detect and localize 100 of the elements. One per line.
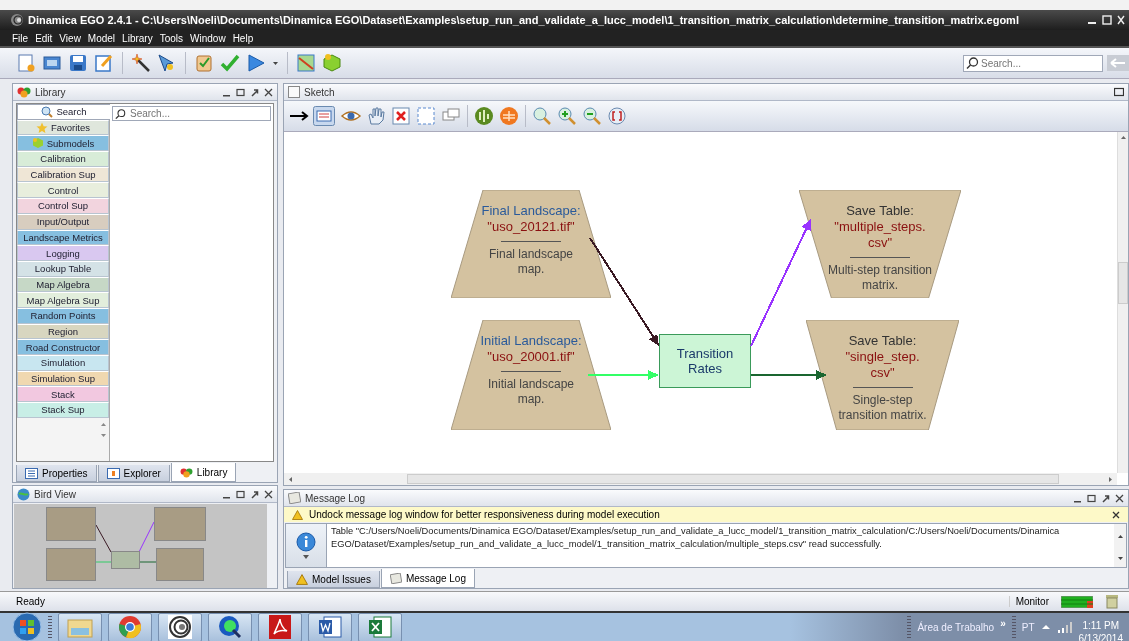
clipboard-check-icon[interactable]	[194, 53, 214, 73]
search-icon	[115, 108, 126, 119]
map-icon[interactable]	[296, 53, 316, 73]
library-category[interactable]: Road Constructor	[17, 339, 109, 355]
list-icon[interactable]	[313, 106, 335, 126]
bar-chart-circle-icon[interactable]	[473, 106, 495, 126]
save-table-node[interactable]	[806, 320, 959, 430]
spiral-app-button[interactable]	[158, 612, 202, 641]
browser-app-button[interactable]	[108, 612, 152, 641]
spiral-icon	[168, 615, 192, 639]
close-icon[interactable]	[1115, 493, 1124, 503]
zoom-out-icon[interactable]	[581, 106, 603, 126]
load-map-node[interactable]	[451, 320, 611, 430]
menu-item[interactable]: Library	[122, 32, 153, 44]
folder-app-button[interactable]	[58, 612, 102, 641]
float-icon[interactable]	[250, 87, 259, 97]
magic-wand-icon[interactable]	[131, 53, 151, 73]
calculation-node[interactable]: Transition Rates	[659, 334, 751, 388]
app-logo-icon	[10, 13, 24, 27]
node-file-name: "single_step.	[845, 349, 920, 365]
scroll-down-icon[interactable]	[1115, 554, 1125, 563]
zoom-in-icon[interactable]	[556, 106, 578, 126]
cube-icon[interactable]	[322, 53, 342, 73]
spreadsheet-x-icon	[368, 615, 392, 639]
node-title: Save Table:	[846, 203, 914, 219]
folder-icon	[67, 616, 93, 638]
warning-icon	[292, 509, 303, 520]
menu-item[interactable]: Tools	[159, 32, 184, 44]
maximize-icon[interactable]	[236, 87, 245, 97]
grid-circle-icon[interactable]	[498, 106, 520, 126]
menu-item[interactable]: View	[59, 32, 81, 44]
scroll-left-icon[interactable]	[286, 474, 295, 484]
excel-app-button[interactable]	[358, 612, 402, 641]
node-title: Final Landscape:	[481, 203, 581, 219]
menu-item[interactable]: File	[12, 32, 29, 44]
tray-expand-icon[interactable]	[1040, 623, 1051, 631]
panel-tab[interactable]: Model Issues	[287, 571, 380, 588]
menu-item[interactable]: Window	[190, 32, 226, 44]
library-category[interactable]: Search	[17, 104, 110, 120]
panel-tab[interactable]: Explorer	[97, 465, 170, 482]
menu-item[interactable]: Model	[87, 32, 116, 44]
node-title: Initial Landscape:	[480, 333, 582, 349]
note-icon	[389, 572, 402, 584]
save-icon[interactable]	[68, 53, 88, 73]
panel-tab[interactable]: Library	[170, 463, 237, 482]
library-category[interactable]: Logging	[17, 245, 109, 261]
float-icon[interactable]	[1101, 493, 1110, 503]
panel-tab[interactable]: Message Log	[380, 569, 475, 588]
library-category[interactable]: Simulation	[17, 355, 109, 371]
close-icon[interactable]	[1112, 510, 1120, 519]
open-icon[interactable]	[42, 53, 62, 73]
play-icon[interactable]	[246, 53, 266, 73]
info-button[interactable]	[286, 524, 327, 567]
search-field[interactable]: Search...	[963, 54, 1103, 72]
check-icon[interactable]	[220, 53, 240, 73]
close-icon[interactable]	[264, 489, 273, 499]
save-table-node[interactable]	[799, 190, 961, 298]
fit-view-icon[interactable]	[606, 106, 628, 126]
menu-item[interactable]: Edit	[35, 32, 53, 44]
panel-tab[interactable]: Properties	[16, 465, 97, 482]
close-icon[interactable]	[264, 87, 273, 97]
hand-icon[interactable]	[365, 106, 387, 126]
node-description: Multi-step transition matrix.	[826, 263, 933, 293]
signal-icon[interactable]	[1056, 621, 1073, 633]
search-icon	[41, 105, 54, 118]
library-category[interactable]: Map Algebra Sup	[17, 292, 109, 308]
warning-text: Undock message log window for better responsiveness during model execution	[309, 509, 660, 520]
float-icon[interactable]	[250, 489, 259, 499]
search-field[interactable]: Search...	[112, 106, 271, 121]
maximize-icon[interactable]	[236, 489, 245, 499]
library-category[interactable]: Calibration	[17, 151, 109, 167]
connector-arrow[interactable]	[750, 370, 827, 380]
window-title: Dinamica EGO 2.4.1 - C:\Users\Noeli\Documents\Dinamica EGO\Dataset\Examples\setup_run_and_validate_a_lucc_model\1_transition_matrix_calculation\determine_transition_matrix.egoml	[28, 14, 1019, 26]
maximize-icon[interactable]	[1114, 87, 1124, 97]
edit-icon[interactable]	[94, 53, 114, 73]
library-category[interactable]: Stack Sup	[17, 402, 109, 418]
menu-item[interactable]: Help	[232, 32, 254, 44]
globe-icon	[17, 487, 30, 501]
library-category[interactable]: Control	[17, 182, 109, 199]
scroll-right-icon[interactable]	[1106, 474, 1115, 484]
word-app-button[interactable]	[308, 612, 352, 641]
scroll-up-icon[interactable]	[1115, 532, 1125, 541]
scrollbar-thumb[interactable]	[1118, 262, 1128, 304]
search-icon	[966, 56, 979, 70]
panel-title: Sketch	[304, 86, 335, 98]
delete-icon[interactable]	[390, 106, 412, 126]
log-message: Table "C:/Users/Noeli/Documents/Dinamica EGO/Dataset/Examples/setup_run_and_validate_a_lucc_model/1_transition_matrix_calculation/C:/Users/Noeli/Documents/Dinamica EGO/Dataset/Examples/setup_run_and_validate_a_lucc_model/1_transition_matrix_calculation/multiple_steps.csv" read successfully.	[330, 525, 1061, 551]
globe-app-button[interactable]	[208, 612, 252, 641]
zoom-icon[interactable]	[531, 106, 553, 126]
node-file-name: "uso_20001.tif"	[487, 349, 575, 365]
pdf-app-button[interactable]	[258, 612, 302, 641]
start-button[interactable]	[12, 612, 42, 641]
connector-arrow[interactable]	[589, 237, 659, 346]
maximize-icon[interactable]	[1087, 493, 1096, 503]
library-category[interactable]: Control Sup	[17, 198, 109, 214]
memory-meter-icon	[1061, 595, 1093, 608]
load-map-node[interactable]	[451, 190, 611, 298]
library-category[interactable]: Submodels	[17, 135, 109, 152]
scrollbar-thumb[interactable]	[406, 474, 1059, 484]
library-category[interactable]: Stack	[17, 386, 109, 403]
